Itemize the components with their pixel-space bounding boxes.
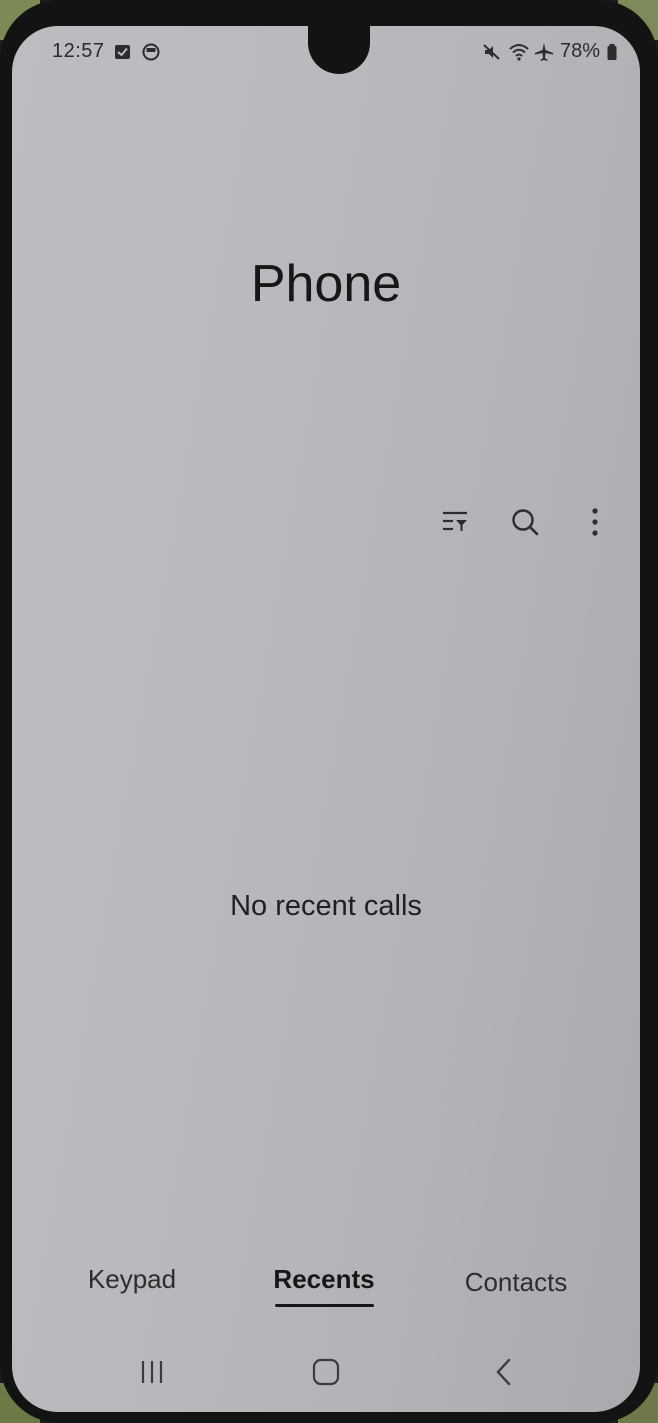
more-options-button[interactable]: [580, 506, 610, 542]
status-time: 12:57: [52, 40, 105, 62]
active-tab-indicator: [275, 1304, 374, 1307]
phone-bezel: 12:57 78% Phone No recent calls Keypad R…: [0, 0, 658, 1423]
home-button[interactable]: [296, 1352, 356, 1396]
search-button[interactable]: [510, 506, 540, 542]
recent-apps-button[interactable]: [122, 1352, 182, 1396]
airplane-icon: [534, 42, 554, 62]
tab-keypad[interactable]: Keypad: [82, 1264, 182, 1295]
phone-screen: 12:57 78% Phone No recent calls Keypad R…: [12, 26, 640, 1412]
tab-contacts[interactable]: Contacts: [457, 1267, 575, 1298]
checkbox-notification-icon: [113, 42, 133, 62]
more-options-icon: [591, 507, 599, 542]
wifi-icon: [508, 42, 529, 62]
page-title: Phone: [250, 255, 402, 313]
battery-percent: 78%: [559, 40, 600, 62]
back-button[interactable]: [474, 1352, 534, 1396]
empty-state-message: No recent calls: [230, 890, 422, 922]
status-bar-left: 12:57: [52, 40, 161, 63]
filter-button[interactable]: [440, 506, 470, 542]
recent-apps-icon: [138, 1359, 166, 1390]
mute-icon: [482, 42, 502, 62]
home-icon: [312, 1358, 340, 1391]
toolbar: [440, 506, 610, 542]
status-bar: 12:57 78%: [12, 40, 640, 68]
navigation-bar: [12, 1352, 640, 1396]
filter-icon: [441, 509, 469, 540]
status-bar-right: 78%: [482, 40, 618, 63]
bottom-tabs: Keypad Recents Contacts: [12, 1264, 640, 1314]
search-icon: [510, 507, 540, 542]
app-notification-icon: [141, 42, 161, 62]
tab-recents[interactable]: Recents: [272, 1264, 376, 1295]
back-icon: [494, 1357, 514, 1392]
battery-icon: [606, 42, 618, 62]
